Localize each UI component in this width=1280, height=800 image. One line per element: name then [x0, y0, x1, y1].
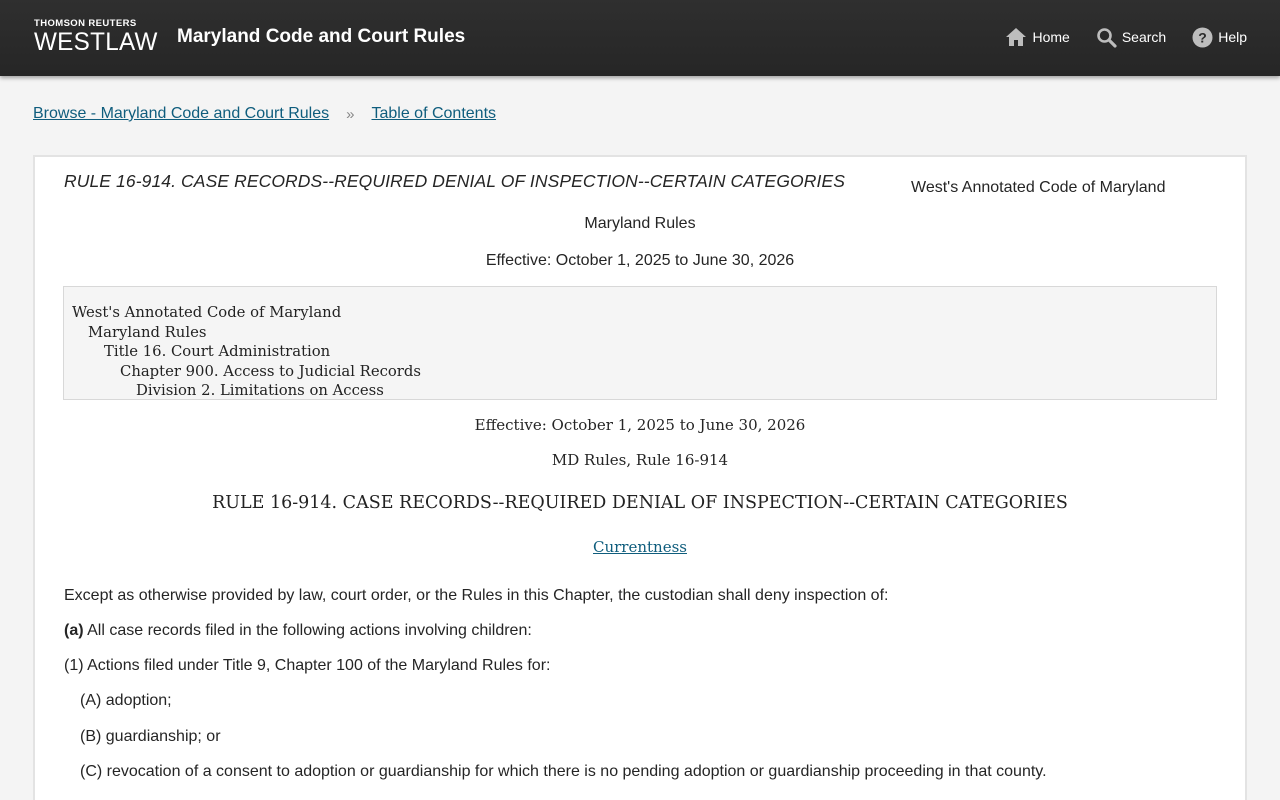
currentness-link[interactable]: Currentness	[593, 538, 687, 556]
breadcrumb: Browse - Maryland Code and Court Rules »…	[33, 105, 496, 123]
nav-search-label: Search	[1121, 29, 1167, 45]
breadcrumb-toc-link[interactable]: Table of Contents	[371, 105, 496, 123]
nav-home-label: Home	[1032, 29, 1070, 45]
currentness-container: Currentness	[35, 538, 1245, 556]
document-subtitle: Maryland Rules	[584, 215, 696, 232]
hierarchy-level-2: Maryland Rules	[88, 323, 207, 341]
para-A: (A) adoption;	[80, 692, 172, 709]
para-a-text: All case records filed in the following …	[83, 622, 532, 639]
para-C: (C) revocation of a consent to adoption …	[80, 763, 1047, 780]
effective-date: Effective: October 1, 2025 to June 30, 2…	[474, 416, 806, 434]
rule-intro: Except as otherwise provided by law, cou…	[64, 587, 889, 604]
hierarchy-level-4: Chapter 900. Access to Judicial Records	[120, 362, 421, 380]
para-a: (a) All case records filed in the follow…	[64, 622, 532, 640]
document-publication: West's Annotated Code of Maryland	[911, 179, 1166, 196]
breadcrumb-separator: »	[346, 105, 355, 123]
para-a-label: (a)	[64, 622, 84, 639]
breadcrumb-browse-link[interactable]: Browse - Maryland Code and Court Rules	[33, 105, 329, 123]
home-icon	[1006, 28, 1027, 46]
rule-citation: MD Rules, Rule 16-914	[551, 451, 729, 469]
top-nav: Home Search ? Help	[1005, 25, 1247, 49]
svg-text:?: ?	[1198, 29, 1207, 45]
hierarchy-box: West's Annotated Code of Maryland Maryla…	[63, 286, 1217, 400]
nav-search-button[interactable]: Search	[1096, 25, 1166, 49]
para-B: (B) guardianship; or	[80, 728, 221, 745]
westlaw-logo[interactable]: THOMSON REUTERS WESTLAW	[34, 18, 162, 56]
hierarchy-level-3: Title 16. Court Administration	[104, 343, 331, 360]
document-header-title: RULE 16-914. CASE RECORDS--REQUIRED DENI…	[64, 171, 845, 191]
site-title: Maryland Code and Court Rules	[177, 26, 466, 47]
logo-brand-big: WESTLAW	[34, 28, 158, 56]
para-1: (1) Actions filed under Title 9, Chapter…	[64, 657, 551, 674]
nav-home-button[interactable]: Home	[1005, 25, 1070, 49]
rule-title: RULE 16-914. CASE RECORDS--REQUIRED DENI…	[212, 493, 1068, 513]
hierarchy-level-1: West's Annotated Code of Maryland	[72, 304, 342, 321]
top-bar: THOMSON REUTERS WESTLAW Maryland Code an…	[0, 0, 1280, 76]
help-icon: ?	[1192, 27, 1213, 47]
nav-help-button[interactable]: ? Help	[1192, 25, 1247, 49]
nav-help-label: Help	[1218, 29, 1247, 45]
hierarchy-level-5: Division 2. Limitations on Access	[136, 382, 384, 399]
document-panel: RULE 16-914. CASE RECORDS--REQUIRED DENI…	[33, 155, 1247, 800]
document-effective-top: Effective: October 1, 2025 to June 30, 2…	[485, 252, 795, 269]
search-icon	[1097, 27, 1117, 48]
